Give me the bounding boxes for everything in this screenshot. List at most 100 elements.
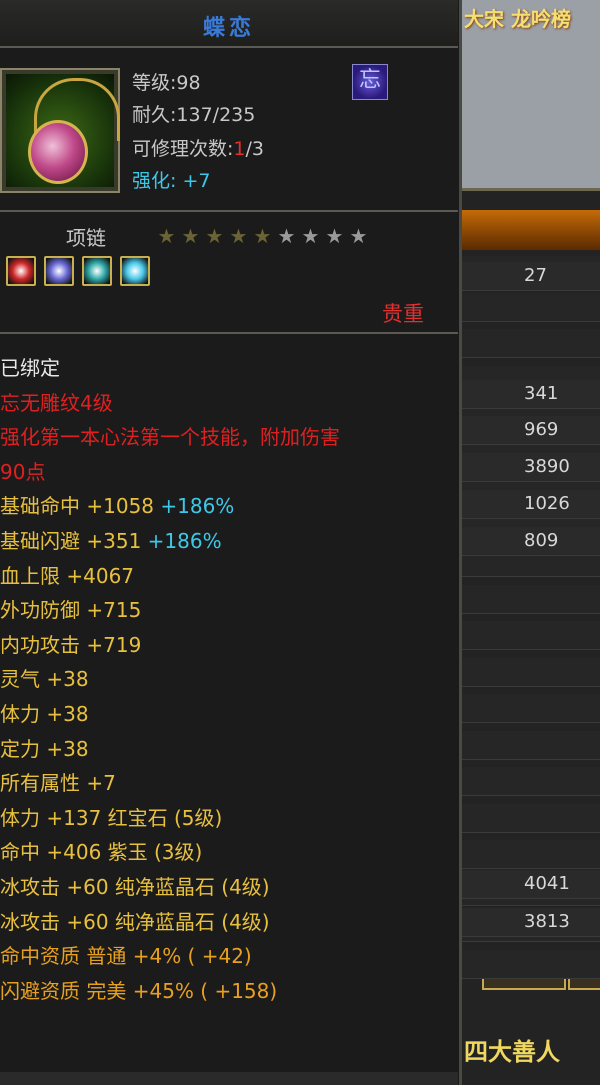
rarity-label: 贵重 xyxy=(382,302,424,326)
attribute-text: 基础命中 +1058 xyxy=(0,494,155,519)
pendant-gem xyxy=(28,120,88,184)
attribute-bonus: +186% xyxy=(154,494,235,519)
stat-row xyxy=(462,730,600,760)
attribute-text: 外功防御 +715 xyxy=(0,598,142,623)
attribute-text: 强化第一本心法第一个技能，附加伤害 xyxy=(0,425,340,450)
stat-row xyxy=(462,949,600,979)
stat-row xyxy=(462,694,600,723)
necklace-icon xyxy=(6,74,120,187)
stat-value: 969 xyxy=(524,419,559,440)
stat-row: 4041 xyxy=(462,870,600,899)
quality-stars: ★ ★ ★ ★ ★ ★ ★ ★ ★ xyxy=(155,224,371,248)
attribute-line: 血上限 +4067 xyxy=(0,560,134,589)
empty-star-icon: ★ xyxy=(349,224,369,248)
attribute-text: 冰攻击 +60 纯净蓝晶石 (4级) xyxy=(0,875,270,899)
item-durability: 耐久:137/235 xyxy=(132,104,256,126)
attribute-text: 内功攻击 +719 xyxy=(0,632,142,657)
stat-row: 3890 xyxy=(462,453,600,482)
repair-total: /3 xyxy=(245,138,265,160)
attribute-line: 命中资质 普通 +4% ( +42) xyxy=(0,940,252,969)
purple-gem-icon[interactable] xyxy=(44,256,74,286)
filled-star-icon: ★ xyxy=(253,224,273,248)
attribute-line: 基础命中 +1058 +186% xyxy=(0,490,234,519)
stat-value: 3813 xyxy=(524,911,570,932)
stat-row xyxy=(462,584,600,614)
stat-row: 3813 xyxy=(462,908,600,937)
filled-star-icon: ★ xyxy=(229,224,249,248)
repair-used: 1 xyxy=(233,138,246,160)
cyan-gem-icon[interactable] xyxy=(120,256,150,286)
attribute-line: 已绑定 xyxy=(0,352,60,381)
item-tooltip: 蝶恋 等级:98 耐久:137/235 可修理次数:1/3 强化: +7 忘 项… xyxy=(0,0,462,1085)
empty-star-icon: ★ xyxy=(277,224,297,248)
stat-row xyxy=(462,621,600,650)
stat-value: 3890 xyxy=(524,456,570,477)
stat-value: 4041 xyxy=(524,873,570,894)
attribute-text: 命中 +406 紫玉 (3级) xyxy=(0,840,203,865)
empty-star-icon: ★ xyxy=(325,224,345,248)
attribute-text: 闪避资质 完美 +45% ( +158) xyxy=(0,978,278,1003)
stat-row xyxy=(462,840,600,869)
attribute-line: 内功攻击 +719 xyxy=(0,629,141,658)
attribute-text: 所有属性 +7 xyxy=(0,771,116,796)
attribute-text: 体力 +38 xyxy=(0,702,89,726)
attribute-text: 体力 +137 红宝石 (5级) xyxy=(0,805,223,830)
attribute-text: 已绑定 xyxy=(0,356,60,380)
item-type-row: 项链 ★ ★ ★ ★ ★ ★ ★ ★ ★ 贵重 xyxy=(0,212,458,334)
stat-row: 809 xyxy=(462,527,600,556)
footer-banner-text: 四大善人 xyxy=(464,1038,560,1066)
red-gem-icon[interactable] xyxy=(6,256,36,286)
attribute-text: 基础闪避 +351 xyxy=(0,529,142,553)
character-panel: 大宋 龙吟榜 珍藏 其 四大善人 27341969389010268094041… xyxy=(462,0,600,1085)
item-enhance: 强化: +7 xyxy=(132,170,211,192)
filled-star-icon: ★ xyxy=(157,224,177,248)
attribute-text: 命中资质 普通 +4% ( +42) xyxy=(0,944,252,969)
attribute-text: 90点 xyxy=(0,459,46,484)
stat-row: 969 xyxy=(462,416,600,445)
attribute-line: 命中 +406 紫玉 (3级) xyxy=(0,836,202,865)
attribute-line: 忘无雕纹4级 xyxy=(0,387,113,416)
banner-text: 大宋 龙吟榜 xyxy=(464,7,571,31)
attribute-line: 基础闪避 +351 +186% xyxy=(0,525,222,554)
stat-row: 1026 xyxy=(462,490,600,519)
item-icon-frame xyxy=(0,68,120,193)
tooltip-bottom-bar xyxy=(0,1072,458,1085)
filled-star-icon: ★ xyxy=(205,224,225,248)
attribute-line: 所有属性 +7 xyxy=(0,767,116,796)
attribute-text: 定力 +38 xyxy=(0,736,89,761)
item-type: 项链 xyxy=(66,226,106,250)
attribute-line: 冰攻击 +60 纯净蓝晶石 (4级) xyxy=(0,871,270,900)
attribute-line: 体力 +38 xyxy=(0,698,89,727)
attribute-line: 定力 +38 xyxy=(0,733,89,762)
attribute-bonus: +186% xyxy=(141,529,222,553)
attribute-text: 血上限 +4067 xyxy=(0,563,135,588)
teal-gem-icon[interactable] xyxy=(82,256,112,286)
attribute-line: 90点 xyxy=(0,456,45,485)
stat-row xyxy=(462,657,600,687)
event-banner[interactable]: 大宋 龙吟榜 xyxy=(462,0,600,191)
attribute-line: 外功防御 +715 xyxy=(0,594,141,623)
stat-row xyxy=(462,767,600,796)
attribute-line: 强化第一本心法第一个技能，附加伤害 xyxy=(0,421,340,450)
attribute-line: 灵气 +38 xyxy=(0,663,89,692)
repair-label: 可修理次数: xyxy=(132,138,234,160)
attribute-text: 灵气 +38 xyxy=(0,667,89,692)
attribute-line: 闪避资质 完美 +45% ( +158) xyxy=(0,975,277,1004)
item-repair-count: 可修理次数:1/3 xyxy=(132,134,264,161)
tooltip-titlebar: 蝶恋 xyxy=(0,0,458,48)
attribute-line: 冰攻击 +60 纯净蓝晶石 (4级) xyxy=(0,906,270,935)
stat-row: 341 xyxy=(462,380,600,409)
attribute-text: 冰攻击 +60 纯净蓝晶石 (4级) xyxy=(0,909,270,934)
stat-value: 27 xyxy=(524,265,547,286)
attribute-line: 体力 +137 红宝石 (5级) xyxy=(0,802,222,831)
stat-row: 27 xyxy=(462,262,600,291)
stat-value: 1026 xyxy=(524,493,570,514)
stat-value: 341 xyxy=(524,383,559,404)
panel-header-bar xyxy=(462,210,600,250)
empty-star-icon: ★ xyxy=(301,224,321,248)
engraving-rune-icon: 忘 xyxy=(352,64,388,100)
stat-row xyxy=(462,803,600,833)
item-level: 等级:98 xyxy=(132,72,201,94)
attribute-text: 忘无雕纹4级 xyxy=(0,390,113,415)
stat-value: 809 xyxy=(524,530,559,551)
